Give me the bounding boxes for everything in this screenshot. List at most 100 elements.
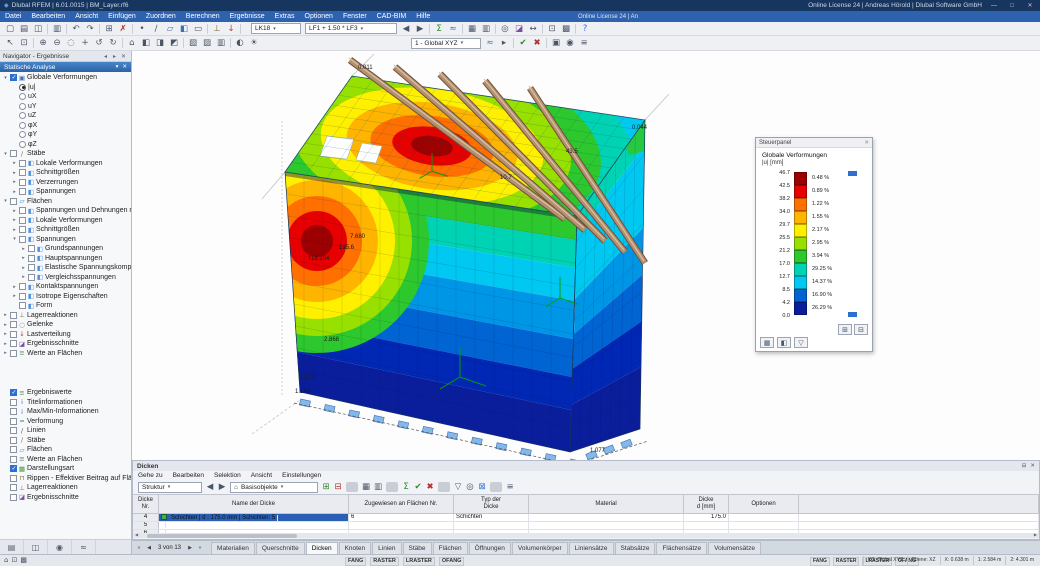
- expander-icon[interactable]: ▸: [2, 341, 9, 347]
- expander-icon[interactable]: ▸: [11, 208, 18, 214]
- material-cell[interactable]: [529, 522, 684, 529]
- legend-color-band[interactable]: [794, 289, 807, 302]
- table-tab[interactable]: Knoten: [338, 541, 372, 554]
- shadow-icon[interactable]: ◐: [233, 37, 247, 49]
- table-tab[interactable]: Volumenkörper: [511, 541, 568, 554]
- previous-view-icon[interactable]: ↻: [106, 37, 120, 49]
- panel-dock-icon[interactable]: ⊟: [1022, 463, 1027, 469]
- assigned-cell[interactable]: 6: [349, 514, 454, 521]
- nodal-support[interactable]: [397, 420, 410, 430]
- table-column-header[interactable]: [799, 495, 1039, 513]
- snap-toggle[interactable]: FANG: [345, 557, 367, 566]
- nodal-support[interactable]: [421, 425, 434, 435]
- printout-report-icon[interactable]: ▥: [479, 23, 493, 35]
- last-table-button[interactable]: »: [195, 545, 205, 551]
- menu-item[interactable]: Einfügen: [103, 11, 141, 22]
- panel-display-icon[interactable]: ◧: [777, 337, 791, 348]
- scrollbar-thumb[interactable]: [147, 533, 297, 538]
- checkbox[interactable]: [10, 446, 17, 454]
- thickness-cell[interactable]: 175.0: [684, 514, 729, 521]
- prev-table-button[interactable]: ◀: [144, 545, 154, 551]
- tree-item[interactable]: ▾ ◧ Spannungen: [0, 235, 131, 245]
- expander-icon[interactable]: ▾: [2, 151, 9, 157]
- checkbox[interactable]: [10, 321, 17, 329]
- result-diagram-icon[interactable]: ≈: [483, 37, 497, 49]
- select-box-icon[interactable]: ⊡: [17, 37, 31, 49]
- nodal-support[interactable]: [348, 409, 360, 419]
- table-tab[interactable]: Volumensätze: [708, 541, 761, 554]
- dicken-menu-item[interactable]: Bearbeiten: [168, 472, 209, 479]
- table-column-header[interactable]: Dicke Nr.: [133, 495, 159, 513]
- next-load-case-icon[interactable]: ▶: [413, 23, 427, 35]
- tree-item[interactable]: ▾ ∕ Stäbe: [0, 149, 131, 159]
- expander-icon[interactable]: ▸: [2, 312, 9, 318]
- close-button[interactable]: ✕: [1024, 2, 1036, 9]
- save-icon[interactable]: ◫: [31, 23, 45, 35]
- type-cell[interactable]: Schichten: [454, 514, 529, 521]
- light-icon[interactable]: ☀: [247, 37, 261, 49]
- nodal-support[interactable]: [446, 431, 459, 441]
- tree-item[interactable]: ▸ ◧ Kontaktspannungen: [0, 282, 131, 292]
- checkbox[interactable]: [10, 474, 17, 482]
- menu-item[interactable]: Ergebnisse: [225, 11, 270, 22]
- table-tab[interactable]: Flächensätze: [656, 541, 708, 554]
- tree-item[interactable]: ▸ ◪ Ergebnisschnitte: [0, 339, 131, 349]
- checkbox[interactable]: [19, 235, 26, 243]
- tree-item[interactable]: ▸ ◧ Grundspannungen: [0, 244, 131, 254]
- expander-icon[interactable]: ▸: [2, 331, 9, 337]
- snap-toggle[interactable]: FANG: [810, 557, 830, 566]
- options-cell[interactable]: [729, 514, 799, 521]
- rotate-view-icon[interactable]: ↺: [92, 37, 106, 49]
- checkbox[interactable]: [10, 427, 17, 435]
- legend-color-band[interactable]: [794, 250, 807, 263]
- model-3d-view[interactable]: [132, 51, 1040, 460]
- tree-item[interactable]: ▸ ◧ Spannungen: [0, 187, 131, 197]
- checkbox[interactable]: [10, 493, 17, 501]
- delete-row-icon[interactable]: ⊟: [332, 481, 344, 493]
- panel-filter-icon[interactable]: ▽: [794, 337, 808, 348]
- checkbox[interactable]: [10, 436, 17, 444]
- table-column-header[interactable]: Material: [529, 495, 684, 513]
- tree-item[interactable]: uX: [0, 92, 131, 102]
- background-icon[interactable]: ◉: [563, 37, 577, 49]
- legend-color-band[interactable]: [794, 263, 807, 276]
- table-row[interactable]: 4 Schichten | d : 175.0 mm | Schichten: …: [133, 514, 1039, 522]
- tables-icon[interactable]: ▦: [465, 23, 479, 35]
- legend-color-band[interactable]: [794, 172, 807, 185]
- menu-item[interactable]: CAD-BIM: [372, 11, 412, 22]
- pan-icon[interactable]: +: [78, 37, 92, 49]
- type-cell[interactable]: [454, 522, 529, 529]
- checkbox[interactable]: [10, 465, 17, 473]
- navigator-back-icon[interactable]: ◂: [101, 53, 110, 60]
- table-check-icon[interactable]: ✔: [412, 481, 424, 493]
- animation-icon[interactable]: ▸: [497, 37, 511, 49]
- view-yz-icon[interactable]: ◨: [153, 37, 167, 49]
- menu-item[interactable]: Ansicht: [70, 11, 103, 22]
- status-grid-icon[interactable]: ▩: [20, 556, 27, 564]
- tree-item[interactable]: ▾ ▣Globale Verformungen: [0, 73, 131, 83]
- expander-icon[interactable]: ▸: [20, 246, 27, 252]
- tree-item[interactable]: i Titelinformationen: [0, 398, 131, 408]
- checkbox[interactable]: [10, 455, 17, 463]
- checkbox[interactable]: [28, 264, 35, 272]
- analysis-selector[interactable]: Statische Analyse ▾ ✕: [0, 62, 131, 72]
- open-file-icon[interactable]: ▤: [17, 23, 31, 35]
- radio-button[interactable]: [19, 102, 26, 110]
- checkbox[interactable]: [10, 330, 17, 338]
- expander-icon[interactable]: ▸: [2, 350, 9, 356]
- checkbox[interactable]: [10, 340, 17, 348]
- radio-button[interactable]: [19, 112, 26, 120]
- coordinate-system-combo[interactable]: 1 - Global XYZ ▾: [411, 37, 481, 49]
- tree-item[interactable]: ◪ Ergebnisschnitte: [0, 493, 131, 503]
- tree-item[interactable]: ⊓Rippen - Effektiver Beitrag auf Fläche/…: [0, 474, 131, 484]
- section-icon[interactable]: ◪: [512, 23, 526, 35]
- menu-item[interactable]: Zuordnen: [141, 11, 181, 22]
- tree-item[interactable]: ▸ ≡ Werte an Flächen: [0, 349, 131, 359]
- expander-icon[interactable]: ▸: [11, 189, 18, 195]
- dicken-menu-item[interactable]: Einstellungen: [277, 472, 326, 479]
- checkbox[interactable]: [10, 349, 17, 357]
- dicken-title-bar[interactable]: Dicken ⊟ ✕: [133, 461, 1039, 471]
- snap-toggle[interactable]: LRASTER: [402, 557, 435, 566]
- radio-button[interactable]: [19, 140, 26, 148]
- options-cell[interactable]: [729, 522, 799, 529]
